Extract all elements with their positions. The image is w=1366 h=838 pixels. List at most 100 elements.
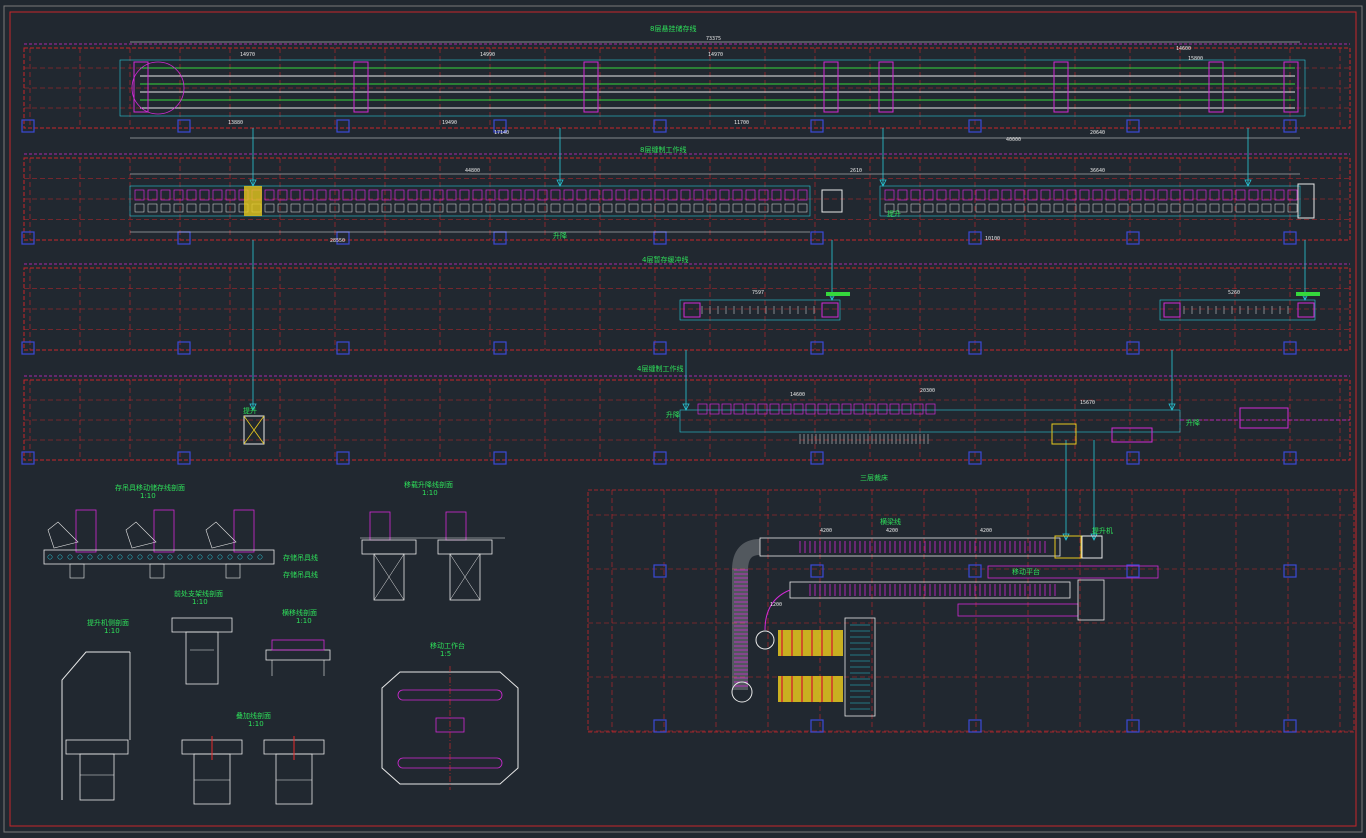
- workstation: [212, 189, 223, 201]
- fabric-stack: [778, 630, 843, 656]
- transfer-station: [823, 61, 839, 113]
- workstation: [199, 189, 210, 201]
- cutting-floor-layout: [731, 535, 1159, 717]
- workstation: [865, 403, 876, 415]
- workstation-base: [1274, 203, 1285, 213]
- lift-label: 提升: [243, 406, 257, 415]
- detail-f-title: 叠加线剖面: [236, 711, 271, 720]
- workstation-base: [1027, 203, 1038, 213]
- workstation: [472, 189, 483, 201]
- grid-row-frame: [23, 379, 1351, 461]
- workstation: [160, 189, 171, 201]
- drawing-frame: [3, 5, 1363, 833]
- structural-column: [493, 451, 507, 465]
- workstation: [1053, 189, 1064, 201]
- structural-column: [810, 231, 824, 245]
- dimension-text-floor: 4200: [886, 528, 898, 534]
- dimension-text-row1: 11700: [734, 120, 749, 126]
- workstation-base: [511, 203, 522, 213]
- workstation: [368, 189, 379, 201]
- dimension-text-floor: 4200: [980, 528, 992, 534]
- cad-drawing-canvas: 8层悬挂储存线 8层缝制工作线 4层暂存缓冲线 4层缝制工作线 三层裁床 存吊具…: [3, 5, 1363, 833]
- workstation-base: [1209, 203, 1220, 213]
- detail-c-title: 前处支架线剖面: [174, 589, 223, 598]
- workstation: [923, 189, 934, 201]
- workstation: [485, 189, 496, 201]
- workstation-base: [745, 203, 756, 213]
- stack-frame: [193, 753, 231, 805]
- dimension-text-row4: 15670: [1080, 400, 1095, 406]
- workstation: [602, 189, 613, 201]
- workstation-base: [693, 203, 704, 213]
- workstation-base: [290, 203, 301, 213]
- workstation-base: [1001, 203, 1012, 213]
- buffer-marker: [1296, 292, 1320, 296]
- workstation-base: [550, 203, 561, 213]
- dimension-text-row1: 14970: [240, 52, 255, 58]
- roller-section: [67, 554, 73, 560]
- tag-l3: 升降: [666, 410, 680, 419]
- dimension-text-row2: 28550: [330, 238, 345, 244]
- detail-b-title: 移载升降线剖面: [404, 480, 453, 489]
- workstation-base: [962, 203, 973, 213]
- support-post: [69, 563, 85, 579]
- buffer-line-right: [1159, 299, 1316, 321]
- lift-side-rail: [65, 739, 129, 755]
- workstation: [721, 403, 732, 415]
- workstation: [1170, 189, 1181, 201]
- roller-section: [217, 554, 223, 560]
- fabric-stack: [778, 676, 843, 702]
- workstation: [975, 189, 986, 201]
- workstation-base: [1157, 203, 1168, 213]
- workstation: [225, 189, 236, 201]
- workstation: [1209, 189, 1220, 201]
- workstation: [1248, 189, 1259, 201]
- workstation: [771, 189, 782, 201]
- turn-table: [755, 630, 775, 650]
- workstation-base: [277, 203, 288, 213]
- workstation-base: [576, 203, 587, 213]
- workstation-base: [381, 203, 392, 213]
- workstation: [407, 189, 418, 201]
- workstation: [757, 403, 768, 415]
- workstation: [962, 189, 973, 201]
- workstation: [1079, 189, 1090, 201]
- workstation: [186, 189, 197, 201]
- dimension-text-row2: 10100: [985, 236, 1000, 242]
- buffer-station: [683, 302, 701, 318]
- hanger-profile: [75, 509, 97, 553]
- workstation-base: [225, 203, 236, 213]
- structural-column: [968, 564, 982, 578]
- workstation: [316, 189, 327, 201]
- workstation-base: [173, 203, 184, 213]
- workstation-base: [1092, 203, 1103, 213]
- workstation: [550, 189, 561, 201]
- workstation-base: [1040, 203, 1051, 213]
- workstation: [329, 189, 340, 201]
- workstation: [459, 189, 470, 201]
- workstation: [342, 189, 353, 201]
- workstation-base: [485, 203, 496, 213]
- roller-section: [127, 554, 133, 560]
- workstation: [913, 403, 924, 415]
- dimension-text-row4: 20300: [920, 388, 935, 394]
- support-frame: [185, 631, 219, 685]
- highlighted-station: [244, 186, 262, 216]
- structural-column: [653, 119, 667, 133]
- buffer-line-left: [679, 299, 841, 321]
- workstation: [628, 189, 639, 201]
- workstation: [1261, 189, 1272, 201]
- workstation-base: [758, 203, 769, 213]
- workstation-base: [732, 203, 743, 213]
- workstation: [420, 189, 431, 201]
- dimension-text-row1: 14600: [1176, 46, 1191, 52]
- workstation: [784, 189, 795, 201]
- structural-column: [1126, 719, 1140, 733]
- workstation: [936, 189, 947, 201]
- workstation: [1105, 189, 1116, 201]
- workstation: [1092, 189, 1103, 201]
- workstation-base: [797, 203, 808, 213]
- traverse-rail: [265, 649, 331, 661]
- detail-b-scale: 1:10: [422, 489, 438, 497]
- structural-column: [1126, 341, 1140, 355]
